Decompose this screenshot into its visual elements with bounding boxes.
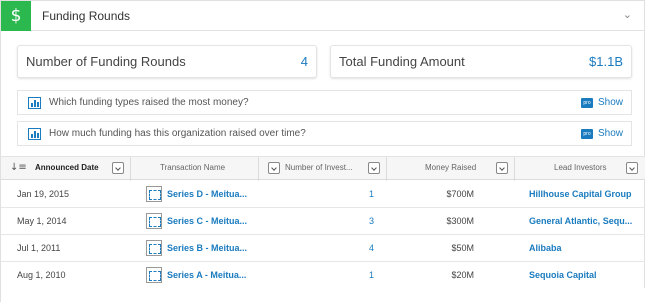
lead-investor-link[interactable]: Sequoia Capital [529,270,597,280]
number-of-investors-link[interactable]: 1 [369,270,374,280]
table-row: Aug 1, 2010 Series A - Meitua... 1 $20M … [1,261,645,289]
money-raised: $50M [451,243,474,253]
number-of-investors-link[interactable]: 3 [369,216,374,226]
money-raised: $20M [451,270,474,280]
transaction-link[interactable]: Series D - Meitua... [167,189,247,199]
column-header-lead-investors[interactable]: Lead Investors [554,163,606,172]
transaction-link[interactable]: Series C - Meitua... [167,216,247,226]
column-menu-dropdown[interactable] [626,162,638,174]
column-menu-dropdown[interactable] [496,162,508,174]
card-header[interactable]: $ Funding Rounds ⌄ [1,1,645,31]
chevron-down-icon[interactable]: ⌄ [623,8,632,21]
column-divider [514,157,515,181]
stat-total-funding-amount: Total Funding Amount $1.1B [330,45,632,78]
table-row: Jul 1, 2011 Series B - Meitua... 4 $50M … [1,234,645,262]
column-header-money-raised[interactable]: Money Raised [425,163,476,172]
column-header-transaction-name[interactable]: Transaction Name [160,163,225,172]
question-text: How much funding has this organization r… [49,128,306,139]
transaction-link[interactable]: Series A - Meitua... [167,270,246,280]
column-divider [130,157,131,181]
show-link[interactable]: Show [598,128,623,139]
table-row: Jan 19, 2015 Series D - Meitua... 1 $700… [1,180,645,208]
pro-badge-icon: pro [581,98,593,108]
table-row: May 1, 2014 Series C - Meitua... 3 $300M… [1,207,645,235]
money-raised: $300M [446,216,474,226]
organization-logo-icon[interactable] [146,213,162,229]
announced-date: Jul 1, 2011 [17,243,61,253]
announced-date: May 1, 2014 [17,216,67,226]
column-menu-dropdown[interactable] [268,162,280,174]
card-title: Funding Rounds [42,9,131,23]
organization-logo-icon[interactable] [146,267,162,283]
dollar-icon: $ [1,1,31,31]
pro-badge-icon: pro [581,129,593,139]
lead-investor-link[interactable]: General Atlantic, Sequ... [529,216,632,226]
question-text: Which funding types raised the most mone… [49,97,249,108]
money-raised: $700M [446,189,474,199]
sort-icon[interactable]: ↓≡ [10,163,27,173]
bar-chart-icon [28,128,41,140]
column-divider [258,157,259,181]
stat-number-of-funding-rounds: Number of Funding Rounds 4 [17,45,317,78]
stat-label: Total Funding Amount [339,54,465,69]
number-of-investors-link[interactable]: 4 [369,243,374,253]
number-of-investors-link[interactable]: 1 [369,189,374,199]
card-footer [1,288,645,302]
bar-chart-icon [28,97,41,109]
column-menu-dropdown[interactable] [368,162,380,174]
lead-investor-link[interactable]: Hillhouse Capital Group [529,189,632,199]
transaction-link[interactable]: Series B - Meitua... [167,243,247,253]
organization-logo-icon[interactable] [146,240,162,256]
stat-label: Number of Funding Rounds [26,54,186,69]
question-funding-over-time[interactable]: How much funding has this organization r… [17,121,632,146]
organization-logo-icon[interactable] [146,186,162,202]
funding-rounds-card: $ Funding Rounds ⌄ Number of Funding Rou… [0,0,645,302]
announced-date: Aug 1, 2010 [17,270,66,280]
announced-date: Jan 19, 2015 [17,189,70,199]
column-divider [386,157,387,181]
column-header-number-of-investors[interactable]: Number of Invest... [285,163,353,172]
column-menu-dropdown[interactable] [112,162,124,174]
stat-value[interactable]: $1.1B [589,54,623,69]
table-header: ↓≡ Announced Date Transaction Name Numbe… [1,156,645,181]
lead-investor-link[interactable]: Alibaba [529,243,562,253]
column-header-announced-date[interactable]: Announced Date [35,163,99,172]
question-funding-types[interactable]: Which funding types raised the most mone… [17,90,632,115]
show-link[interactable]: Show [598,97,623,108]
stat-value[interactable]: 4 [301,54,308,69]
